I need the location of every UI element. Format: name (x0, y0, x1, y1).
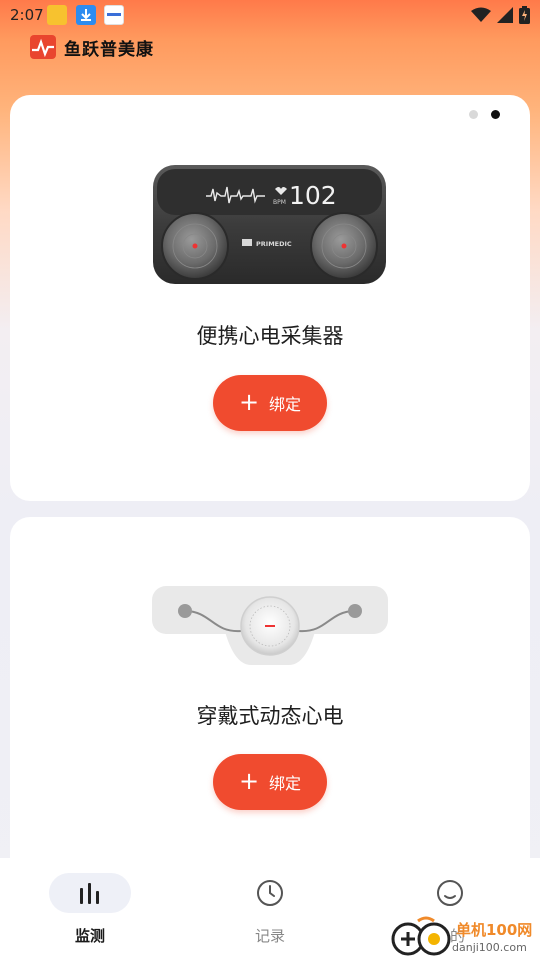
app-header: 鱼跃普美康 (30, 34, 154, 60)
plus-icon: + (238, 767, 260, 795)
carousel-dot-active (491, 110, 500, 119)
bind-button-label: 绑定 (269, 395, 302, 414)
device-name: 便携心电采集器 (196, 324, 344, 348)
nav-item-monitor[interactable]: 监测 (30, 858, 150, 960)
device-screen-unit: BPM (273, 199, 286, 206)
ecg-logo-icon (30, 35, 56, 59)
nav-label: 监测 (74, 927, 105, 945)
bind-button[interactable]: + 绑定 (213, 754, 327, 810)
battery-charging-icon (519, 6, 530, 24)
watermark: 单机100网 danji100.com (388, 915, 540, 960)
carousel-dot (469, 110, 478, 119)
device-card-portable-ecg[interactable]: BPM 102 PRIMEDIC 便携心电采集器 + 绑定 (10, 95, 530, 501)
watermark-text: 单机100网 (456, 921, 533, 939)
signal-icon (497, 7, 513, 23)
app-title: 鱼跃普美康 (64, 39, 154, 60)
wearable-ecg-device-image (151, 585, 389, 667)
smile-icon (437, 880, 463, 906)
app-notification-icon (104, 5, 124, 25)
watermark-url: danji100.com (452, 941, 527, 954)
watermark-logo-icon (391, 916, 451, 956)
download-icon (76, 5, 96, 25)
wifi-icon (471, 7, 491, 22)
nav-item-record[interactable]: 记录 (210, 858, 330, 960)
status-time: 2:07 (10, 6, 44, 24)
bind-button[interactable]: + 绑定 (213, 375, 327, 431)
bar-chart-icon (80, 883, 99, 904)
device-card-wearable-ecg[interactable]: 穿戴式动态心电 + 绑定 (10, 517, 530, 897)
portable-ecg-device-image: BPM 102 PRIMEDIC (151, 163, 388, 286)
plus-icon: + (238, 388, 260, 416)
device-screen-value: 102 (289, 181, 337, 210)
system-icons (471, 5, 530, 25)
carousel-indicator (469, 110, 500, 119)
nav-active-indicator (49, 873, 131, 913)
bind-button-label: 绑定 (269, 774, 302, 793)
nav-label: 记录 (254, 927, 285, 945)
device-name: 穿戴式动态心电 (196, 704, 344, 728)
clock-icon (257, 880, 283, 906)
status-bar: 2:07 (0, 0, 540, 30)
app-notification-icon (47, 5, 67, 25)
device-brand: PRIMEDIC (256, 240, 292, 248)
